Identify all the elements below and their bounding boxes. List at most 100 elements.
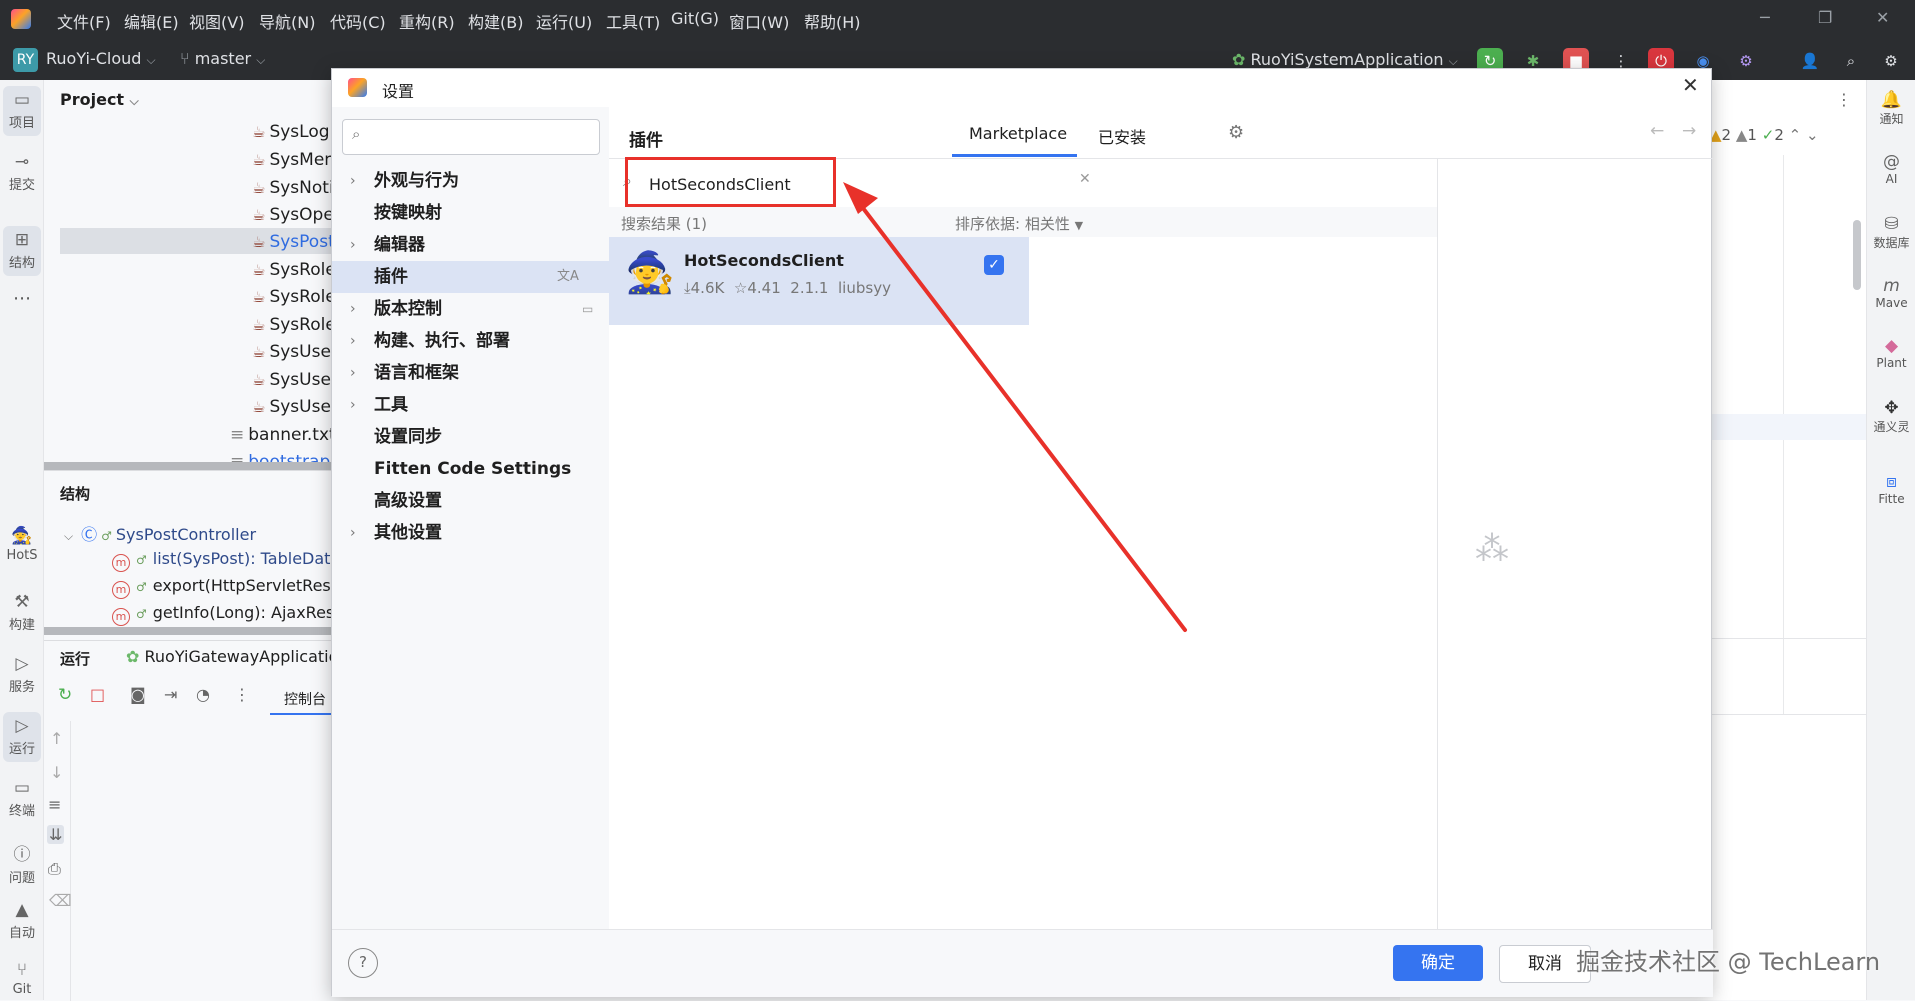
menu-code[interactable]: 代码(C) xyxy=(330,9,386,33)
down-arrow-icon[interactable]: ↓ xyxy=(50,763,63,782)
rerun-icon[interactable]: ↻ xyxy=(58,685,72,705)
menu-navigate[interactable]: 导航(N) xyxy=(259,9,315,33)
account-icon[interactable]: 👤 xyxy=(1797,48,1823,74)
menu-build[interactable]: 构建(B) xyxy=(468,9,523,33)
menu-run[interactable]: 运行(U) xyxy=(536,9,592,33)
menu-help[interactable]: 帮助(H) xyxy=(804,9,861,33)
nav-vcs[interactable]: › 版本控制 ▭ xyxy=(332,293,609,325)
tool-structure[interactable]: ⊞ 结构 xyxy=(3,226,41,276)
settings-search-input[interactable] xyxy=(373,124,587,150)
tool-git[interactable]: ⑂ Git xyxy=(0,960,44,997)
tab-marketplace[interactable]: Marketplace xyxy=(969,124,1067,143)
structure-member[interactable]: m ♂ list(SysPost): TableDataI xyxy=(112,549,345,572)
settings-plugin-icon[interactable]: ⚙ xyxy=(1733,48,1759,74)
trash-icon[interactable]: ⌫ xyxy=(49,891,72,910)
tree-item[interactable]: ☕ SysRole xyxy=(252,260,336,280)
chevron-up-icon[interactable]: ⌃ xyxy=(1789,126,1802,144)
plugin-search-input[interactable] xyxy=(647,170,951,198)
ide-settings-icon[interactable]: ⚙ xyxy=(1878,48,1904,74)
help-button[interactable]: ? xyxy=(348,948,378,978)
tool-database[interactable]: ⛁ 数据库 xyxy=(1867,214,1915,251)
back-arrow-icon[interactable]: ← xyxy=(1650,121,1664,141)
nav-languages[interactable]: › 语言和框架 xyxy=(332,357,609,389)
warning-count[interactable]: ▲2 ▲1 ✓2 ⌃ ⌄ xyxy=(1710,126,1819,144)
menu-tools[interactable]: 工具(T) xyxy=(606,9,660,33)
print-icon[interactable]: ⎙ xyxy=(48,859,61,879)
tree-item[interactable]: ☕ SysUser xyxy=(252,370,338,390)
tool-build[interactable]: ⚒ 构建 xyxy=(0,592,44,633)
more-tools-icon[interactable]: ⋯ xyxy=(0,288,44,309)
more-icon[interactable]: ⋮ xyxy=(1836,90,1852,109)
tree-item[interactable]: ☕ SysRole xyxy=(252,315,336,335)
nav-tools[interactable]: › 工具 xyxy=(332,389,609,421)
tool-maven[interactable]: m Mave xyxy=(1867,276,1915,310)
tree-item[interactable]: ☕ SysUser xyxy=(252,342,338,362)
sort-dropdown[interactable]: 排序依据: 相关性 ▼ xyxy=(955,213,1083,234)
project-panel-title[interactable]: Project ⌵ xyxy=(60,90,139,109)
menu-refactor[interactable]: 重构(R) xyxy=(399,9,455,33)
tool-project[interactable]: ▭ 项目 xyxy=(3,86,41,136)
tree-item-selected[interactable]: ☕ SysPost xyxy=(252,232,335,252)
camera-icon[interactable]: ◙ xyxy=(130,685,146,704)
wrap-icon[interactable]: ≡ xyxy=(48,795,61,814)
plugin-installed-checkbox[interactable]: ✓ xyxy=(984,255,1004,275)
menu-view[interactable]: 视图(V) xyxy=(189,9,244,33)
tree-item[interactable]: ≡ banner.txt xyxy=(230,425,336,445)
restore-icon[interactable]: ❐ xyxy=(1818,8,1832,27)
plugin-result-item[interactable]: 🧙 HotSecondsClient ⤓4.6K ☆4.41 2.1.1 liu… xyxy=(609,237,1029,325)
nav-advanced[interactable]: 高级设置 xyxy=(332,485,609,517)
tool-tongyi[interactable]: ✥ 通义灵 xyxy=(1867,398,1915,435)
console-tab[interactable]: 控制台 xyxy=(284,689,326,709)
tool-fitten[interactable]: ⧈ Fitte xyxy=(1867,472,1915,506)
more-icon[interactable]: ⋮ xyxy=(234,685,250,704)
minimize-icon[interactable]: ─ xyxy=(1760,8,1770,27)
tool-auto[interactable]: ▲ 自动 xyxy=(0,900,44,941)
chevron-down-icon[interactable]: ⌄ xyxy=(1806,126,1819,144)
tree-item[interactable]: ☕ SysUser xyxy=(252,397,338,417)
tool-terminal[interactable]: ▭ 终端 xyxy=(0,778,44,819)
structure-member[interactable]: m ♂ export(HttpServletRespo xyxy=(112,576,351,599)
nav-keymap[interactable]: 按键映射 xyxy=(332,197,609,229)
nav-appearance[interactable]: › 外观与行为 xyxy=(332,165,609,197)
tool-ai[interactable]: @ AI xyxy=(1867,152,1915,186)
run-config-tab[interactable]: ✿ RuoYiGatewayApplication xyxy=(126,647,349,666)
close-icon[interactable]: ✕ xyxy=(1682,73,1699,97)
nav-editor[interactable]: › 编辑器 xyxy=(332,229,609,261)
nav-fitten-code[interactable]: Fitten Code Settings xyxy=(332,453,609,485)
ok-button[interactable]: 确定 xyxy=(1393,945,1483,981)
search-everywhere-icon[interactable]: ⌕ xyxy=(1838,48,1864,74)
structure-member[interactable]: m ♂ getInfo(Long): AjaxResu xyxy=(112,603,344,626)
tree-item[interactable]: ☕ SysOpe xyxy=(252,205,334,225)
clear-icon[interactable]: ✕ xyxy=(1079,171,1091,187)
profiler-icon[interactable]: ◔ xyxy=(196,685,210,704)
horizontal-scrollbar[interactable] xyxy=(44,462,334,470)
tree-item[interactable]: ☕ SysRole xyxy=(252,287,336,307)
nav-build-execution[interactable]: › 构建、执行、部署 xyxy=(332,325,609,357)
branch-selector[interactable]: ⑂ master ⌵ xyxy=(180,49,265,68)
tool-run[interactable]: ▷ 运行 xyxy=(3,712,41,762)
tree-item[interactable]: ☕ SysNoti xyxy=(252,178,334,198)
tab-installed[interactable]: 已安装 xyxy=(1098,124,1146,148)
nav-settings-sync[interactable]: 设置同步 xyxy=(332,421,609,453)
horizontal-scrollbar[interactable] xyxy=(44,627,334,635)
tool-hotseconds[interactable]: 🧙 HotS xyxy=(0,526,44,563)
structure-root[interactable]: ⌵ Ⓒ ♂ SysPostController xyxy=(64,521,256,545)
tree-item[interactable]: ☕ SysMen xyxy=(252,150,335,170)
project-selector[interactable]: RuoYi-Cloud ⌵ xyxy=(46,49,156,68)
tree-item[interactable]: ☕ SysLogi xyxy=(252,122,334,142)
tool-commit[interactable]: ⊸ 提交 xyxy=(0,152,44,193)
close-window-icon[interactable]: ✕ xyxy=(1876,8,1889,27)
menu-git[interactable]: Git(G) xyxy=(671,9,719,28)
up-arrow-icon[interactable]: ↑ xyxy=(50,729,63,748)
nav-other[interactable]: › 其他设置 xyxy=(332,517,609,549)
editor-scrollbar[interactable] xyxy=(1853,220,1861,290)
forward-arrow-icon[interactable]: → xyxy=(1682,121,1696,141)
run-config-selector[interactable]: ✿ RuoYiSystemApplication ⌵ xyxy=(1232,50,1458,69)
plugin-search-box[interactable]: ⌕ ✕ xyxy=(609,159,1437,208)
menu-edit[interactable]: 编辑(E) xyxy=(124,9,179,33)
menu-file[interactable]: 文件(F) xyxy=(57,9,111,33)
menu-window[interactable]: 窗口(W) xyxy=(729,9,789,33)
exit-icon[interactable]: ⇥ xyxy=(164,685,177,704)
scroll-end-icon[interactable]: ⇊ xyxy=(47,825,65,844)
tool-plantuml[interactable]: ◆ Plant xyxy=(1867,336,1915,370)
